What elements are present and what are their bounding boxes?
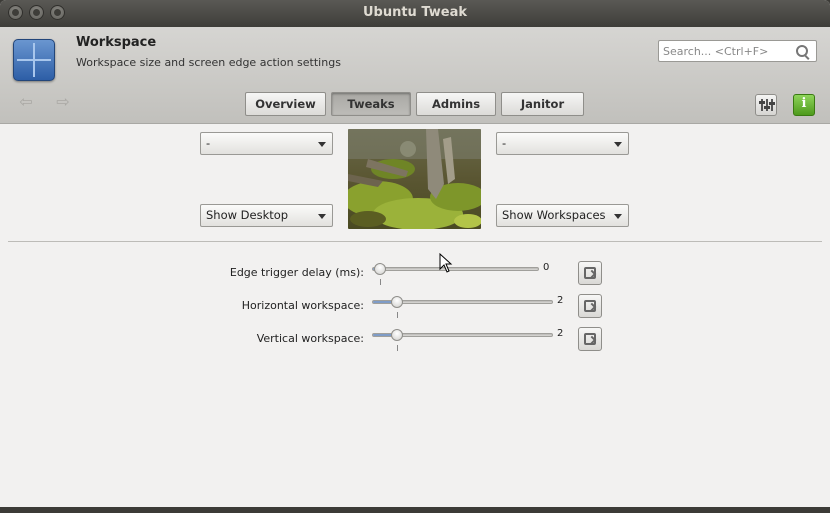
edge-delay-reset-button[interactable] <box>578 261 602 285</box>
vertical-workspace-label: Vertical workspace: <box>256 332 364 345</box>
edge-delay-value: 0 <box>543 262 550 273</box>
back-arrow-icon[interactable]: ⇦ <box>18 94 34 110</box>
search-box[interactable] <box>658 40 817 62</box>
workspace-app-icon <box>13 39 55 81</box>
reset-icon <box>584 300 596 312</box>
vertical-workspace-reset-button[interactable] <box>578 327 602 351</box>
chevron-down-icon <box>318 142 326 147</box>
preferences-mixer-icon[interactable] <box>755 94 777 116</box>
edge-delay-label: Edge trigger delay (ms): <box>229 266 364 279</box>
slider-tick <box>396 312 398 318</box>
vertical-workspace-slider-handle[interactable] <box>390 329 403 341</box>
slider-tick <box>380 279 381 285</box>
edge-delay-slider-handle[interactable] <box>374 263 386 275</box>
vertical-workspace-value: 2 <box>557 328 564 339</box>
info-icon[interactable] <box>793 94 815 116</box>
page-subtitle: Workspace size and screen edge action se… <box>76 56 341 69</box>
bottom-right-edge-value: Show Workspaces <box>502 208 606 222</box>
title-bar: Ubuntu Tweak <box>0 0 830 27</box>
edge-delay-slider[interactable] <box>372 267 539 271</box>
chevron-down-icon <box>318 214 326 219</box>
page-title: Workspace <box>76 35 157 50</box>
window-title: Ubuntu Tweak <box>362 5 468 20</box>
chevron-down-icon <box>614 214 622 219</box>
bottom-left-edge-combo[interactable]: Show Desktop <box>200 204 333 227</box>
top-right-edge-combo[interactable]: - <box>496 132 629 155</box>
search-icon[interactable] <box>796 45 808 57</box>
desktop-wallpaper-preview <box>348 129 481 229</box>
slider-tick <box>396 345 398 351</box>
bottom-left-edge-value: Show Desktop <box>206 208 289 222</box>
top-right-edge-value: - <box>502 136 507 150</box>
separator <box>8 241 822 242</box>
forward-arrow-icon[interactable]: ⇨ <box>55 94 71 110</box>
horizontal-workspace-slider-handle[interactable] <box>390 296 403 308</box>
reset-icon <box>584 267 596 279</box>
horizontal-workspace-value: 2 <box>557 295 564 306</box>
search-input[interactable] <box>663 43 787 59</box>
tab-admins[interactable]: Admins <box>416 92 496 116</box>
header: Workspace Workspace size and screen edge… <box>0 27 830 124</box>
horizontal-workspace-label: Horizontal workspace: <box>241 299 364 312</box>
window-bottom-edge <box>0 507 830 513</box>
top-left-edge-value: - <box>206 136 211 150</box>
tab-overview[interactable]: Overview <box>245 92 326 116</box>
horizontal-workspace-reset-button[interactable] <box>578 294 602 318</box>
bottom-right-edge-combo[interactable]: Show Workspaces <box>496 204 629 227</box>
chevron-down-icon <box>614 142 622 147</box>
mouse-pointer-icon <box>439 253 453 273</box>
top-left-edge-combo[interactable]: - <box>200 132 333 155</box>
ubuntu-tweak-window: Ubuntu Tweak Workspace Workspace size an… <box>0 0 830 513</box>
tab-tweaks[interactable]: Tweaks <box>331 92 411 116</box>
tab-janitor[interactable]: Janitor <box>501 92 584 116</box>
reset-icon <box>584 333 596 345</box>
